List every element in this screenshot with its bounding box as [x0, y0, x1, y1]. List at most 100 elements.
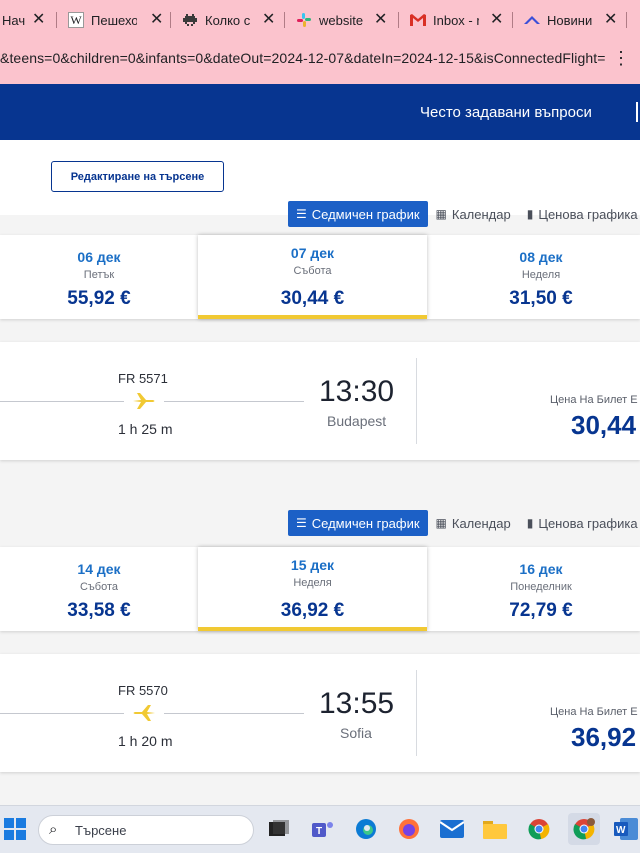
- tab-weekly[interactable]: ☰ Седмичен график: [288, 201, 428, 227]
- faq-link[interactable]: Често задавани въпроси: [420, 104, 592, 121]
- date-price: 72,79 €: [509, 600, 573, 621]
- windows-start-icon[interactable]: [2, 816, 28, 842]
- date-option-selected[interactable]: 07 дек Събота 30,44 €: [198, 235, 427, 319]
- task-view-icon[interactable]: [266, 816, 292, 842]
- tab-title: Inbox - r: [433, 12, 479, 28]
- header-divider: [636, 102, 638, 122]
- weekday-label: Петък: [83, 269, 115, 281]
- inbound-view-tabs: ☰ Седмичен график ▦ Календар ▮ Ценова графи…: [288, 510, 640, 536]
- date-price: 55,92 €: [67, 288, 131, 309]
- file-explorer-icon[interactable]: [482, 816, 508, 842]
- close-icon[interactable]: ✕: [490, 9, 503, 29]
- search-icon: ⌕: [49, 821, 58, 838]
- date-option[interactable]: 16 дек Понеделник 72,79 €: [427, 547, 640, 631]
- teams-icon[interactable]: T: [310, 816, 336, 842]
- price-label: Цена На Билет Е: [550, 394, 638, 406]
- close-icon[interactable]: ✕: [604, 9, 617, 29]
- url-text[interactable]: &teens=0&children=0&infants=0&dateOut=20…: [0, 50, 605, 66]
- plane-icon: [131, 703, 157, 723]
- date-option[interactable]: 08 дек Неделя 31,50 €: [427, 235, 640, 319]
- weekday-label: Понеделник: [510, 581, 572, 593]
- card-divider: [416, 358, 417, 444]
- date-price: 33,58 €: [67, 600, 131, 621]
- date-label: 08 дек: [519, 249, 563, 265]
- slack-icon: [296, 12, 312, 28]
- card-divider: [416, 670, 417, 756]
- date-price: 31,50 €: [509, 288, 573, 309]
- arrival-time: 13:30: [319, 375, 395, 408]
- news-icon: [524, 12, 540, 28]
- browser-tab-strip: Нач ✕ W Пешехо ✕ Колко с ✕ website ✕ Inb…: [0, 0, 640, 40]
- tab-calendar[interactable]: ▦ Календар: [428, 510, 519, 536]
- date-option[interactable]: 06 дек Петък 55,92 €: [0, 235, 198, 319]
- calendar-icon: ▦: [435, 207, 447, 221]
- inbound-flight-card[interactable]: FR 5570 1 h 20 m 13:55 Sofia Цена На Бил…: [0, 654, 640, 772]
- bar-chart-icon: ▮: [526, 516, 534, 530]
- more-options-icon[interactable]: ⋮: [612, 48, 630, 69]
- close-icon[interactable]: ✕: [262, 9, 275, 29]
- flight-duration: 1 h 25 m: [118, 421, 173, 437]
- word-icon[interactable]: W: [613, 816, 639, 842]
- route-line: [0, 401, 124, 402]
- price-label: Цена На Билет Е: [550, 706, 638, 718]
- route-line: [0, 713, 124, 714]
- flight-price: 36,92: [571, 722, 637, 752]
- tab-title: Нач: [2, 12, 26, 28]
- tab-price-chart[interactable]: ▮ Ценова графика: [519, 510, 640, 536]
- flight-number: FR 5571: [118, 371, 168, 386]
- edit-search-button[interactable]: Редактиране на търсене: [51, 161, 224, 192]
- date-price: 36,92 €: [280, 600, 345, 621]
- calendar-icon: ▦: [435, 516, 447, 530]
- site-header: Често задавани въпроси: [0, 84, 640, 140]
- tab-price-chart[interactable]: ▮ Ценова графика: [519, 201, 640, 227]
- list-icon: ☰: [296, 516, 307, 530]
- browser-tab[interactable]: Inbox - r ✕: [410, 6, 503, 34]
- plane-icon: [131, 391, 157, 411]
- arrival-city: Budapest: [327, 413, 387, 429]
- weekday-label: Събота: [293, 265, 332, 277]
- flight-price: 30,44: [571, 410, 637, 440]
- outbound-flight-card[interactable]: FR 5571 1 h 25 m 13:30 Budapest Цена На …: [0, 342, 640, 460]
- route-line: [164, 401, 304, 402]
- date-option[interactable]: 14 дек Събота 33,58 €: [0, 547, 198, 631]
- date-price: 30,44 €: [280, 288, 345, 309]
- chrome-icon[interactable]: [526, 816, 552, 842]
- bar-chart-icon: ▮: [526, 207, 534, 221]
- taskbar-search-input[interactable]: ⌕ Търсене: [38, 815, 254, 845]
- browser-tab[interactable]: Новини ✕: [524, 6, 617, 34]
- mail-icon[interactable]: [439, 816, 465, 842]
- outbound-view-tabs: ☰ Седмичен график ▦ Календар ▮ Ценова графи…: [288, 201, 640, 227]
- date-option-selected[interactable]: 15 дек Неделя 36,92 €: [198, 547, 427, 631]
- tab-title: website: [319, 12, 364, 28]
- arrival-city: Sofia: [340, 725, 372, 741]
- browser-tab[interactable]: W Пешехо ✕: [68, 6, 163, 34]
- tab-title: Пешехо: [91, 12, 137, 28]
- arrival-time: 13:55: [319, 687, 395, 720]
- selected-indicator: [198, 315, 427, 319]
- date-label: 15 дек: [290, 557, 335, 573]
- tab-title: Колко с: [205, 12, 251, 28]
- wikipedia-icon: W: [68, 12, 84, 28]
- tab-weekly[interactable]: ☰ Седмичен график: [288, 510, 428, 536]
- address-bar[interactable]: &teens=0&children=0&infants=0&dateOut=20…: [0, 40, 640, 84]
- selected-indicator: [198, 627, 427, 631]
- search-placeholder: Търсене: [75, 823, 127, 838]
- browser-tab[interactable]: Нач ✕: [2, 6, 45, 34]
- firefox-icon[interactable]: [396, 816, 422, 842]
- list-icon: ☰: [296, 207, 307, 221]
- close-icon[interactable]: ✕: [32, 9, 45, 29]
- tab-calendar[interactable]: ▦ Календар: [428, 201, 519, 227]
- date-label: 14 дек: [77, 561, 121, 577]
- tab-title: Новини: [547, 12, 593, 28]
- invader-icon: [182, 12, 198, 28]
- close-icon[interactable]: ✕: [374, 9, 387, 29]
- close-icon[interactable]: ✕: [150, 9, 163, 29]
- edge-icon[interactable]: [353, 816, 379, 842]
- weekday-label: Събота: [79, 581, 119, 593]
- browser-tab[interactable]: Колко с ✕: [182, 6, 275, 34]
- weekday-label: Неделя: [293, 577, 332, 589]
- browser-tab[interactable]: website ✕: [296, 6, 387, 34]
- taskbar: ⌕ Търсене T W: [0, 805, 640, 853]
- chrome-profile-icon[interactable]: [568, 813, 600, 845]
- date-label: 16 дек: [519, 561, 563, 577]
